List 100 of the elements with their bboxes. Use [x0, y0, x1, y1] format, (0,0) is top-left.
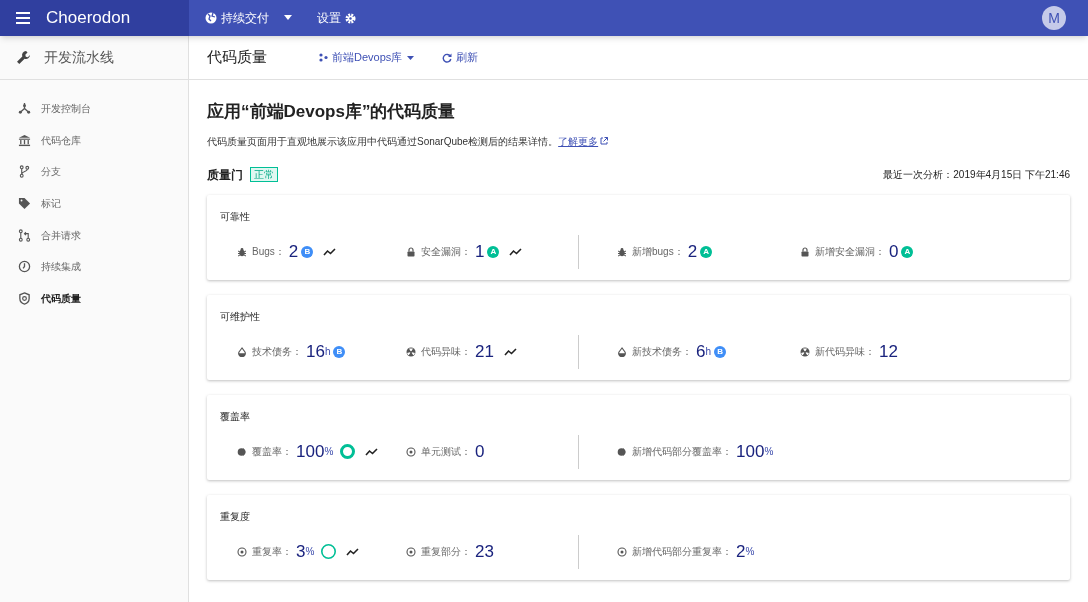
- nodes-icon: [319, 53, 328, 62]
- metric-unit: h: [705, 346, 712, 359]
- network-icon: [18, 102, 31, 116]
- metric-label: 新代码异味：: [815, 345, 875, 359]
- metric-label: 新增代码部分覆盖率：: [632, 445, 732, 459]
- half-circle-icon: [237, 446, 247, 457]
- app-select[interactable]: 前端Devops库: [319, 49, 416, 66]
- metric-label: 单元测试：: [421, 445, 471, 459]
- metric-value[interactable]: 21: [475, 343, 494, 360]
- sidebar-item[interactable]: 代码质量: [0, 282, 188, 315]
- trend-icon[interactable]: [503, 347, 517, 356]
- target-icon: [406, 446, 416, 457]
- sidebar-item[interactable]: 分支: [0, 156, 188, 188]
- rating-badge: A: [901, 245, 914, 258]
- page-heading: 应用“前端Devops库”的代码质量: [207, 101, 457, 123]
- avatar[interactable]: M: [1042, 6, 1066, 30]
- wrench-icon: [16, 49, 32, 66]
- lock-icon: [406, 246, 416, 257]
- metric-value[interactable]: 2: [736, 543, 746, 560]
- sidebar-item[interactable]: 合并请求: [0, 219, 188, 251]
- target-icon: [406, 546, 416, 557]
- metric-value[interactable]: 16: [306, 343, 325, 360]
- drop-icon: [237, 346, 247, 357]
- sidebar-item[interactable]: 标记: [0, 187, 188, 220]
- card-title: 可靠性: [220, 209, 251, 224]
- metric-value[interactable]: 0: [475, 443, 485, 460]
- rating-badge: B: [333, 345, 346, 358]
- metric-label: 覆盖率：: [252, 445, 292, 459]
- metric-label: 技术债务：: [252, 345, 302, 359]
- rating-badge: B: [301, 245, 314, 258]
- rating-badge: A: [700, 245, 713, 258]
- trend-icon[interactable]: [323, 247, 337, 256]
- metric-value[interactable]: 2: [288, 243, 299, 260]
- page-title: 代码质量: [207, 47, 268, 68]
- settings-icon: [345, 12, 356, 24]
- caret-icon: [281, 14, 295, 22]
- brand-logo: Choerodon: [46, 7, 131, 30]
- target-icon: [617, 546, 627, 557]
- trend-icon[interactable]: [346, 547, 360, 556]
- bug-icon: [617, 246, 627, 257]
- metric-label: 重复部分：: [421, 545, 471, 559]
- metric-label: 新技术债务：: [632, 345, 692, 359]
- sidebar-item[interactable]: 代码仓库: [0, 124, 188, 157]
- metric-value[interactable]: 2: [687, 243, 698, 260]
- half-circle-icon: [617, 446, 627, 457]
- metric-unit: %: [305, 546, 315, 559]
- bank-icon: [18, 133, 31, 147]
- metric-value[interactable]: 100: [736, 443, 765, 460]
- trend-icon[interactable]: [365, 447, 379, 456]
- metric-label: 新增bugs：: [632, 245, 684, 259]
- metric-label: 重复率：: [252, 545, 292, 559]
- rating-badge: B: [714, 345, 727, 358]
- metric-unit: %: [324, 446, 334, 459]
- radiation-icon: [800, 346, 810, 357]
- rating-badge: A: [487, 245, 500, 258]
- learn-more-link[interactable]: 了解更多: [558, 133, 599, 149]
- metric-value[interactable]: 23: [475, 543, 494, 560]
- last-analysis-text: 最近一次分析：2019年4月15日 下午21:46: [883, 168, 1070, 182]
- metric-unit: h: [324, 346, 331, 359]
- metric-label: Bugs：: [252, 245, 285, 259]
- menu-icon[interactable]: [16, 12, 30, 24]
- settings-button[interactable]: 设置: [317, 9, 356, 27]
- metric-value[interactable]: 0: [889, 243, 899, 260]
- description-text: 代码质量页面用于直观地展示该应用中代码通过SonarQube检测后的结果详情。: [207, 134, 559, 149]
- lock-icon: [800, 246, 810, 257]
- quality-gate-label: 质量门: [207, 166, 243, 184]
- clock-icon: [18, 260, 31, 274]
- sidebar-item[interactable]: 开发控制台: [0, 93, 188, 125]
- caret-icon: [406, 54, 416, 61]
- refresh-button[interactable]: 刷新: [442, 49, 479, 66]
- metric-value[interactable]: 100: [296, 443, 325, 460]
- metric-label: 代码异味：: [421, 345, 471, 359]
- metric-label: 新增代码部分重复率：: [632, 545, 732, 559]
- metric-label: 安全漏洞：: [421, 245, 471, 259]
- project-dropdown[interactable]: 持续交付: [205, 9, 295, 27]
- drop-icon: [617, 346, 627, 357]
- metric-value[interactable]: 1: [475, 243, 485, 260]
- metric-value[interactable]: 6: [696, 343, 706, 360]
- status-tag: 正常: [250, 167, 278, 182]
- shield-icon: [18, 291, 31, 305]
- sidebar-title: 开发流水线: [44, 48, 114, 67]
- external-link-icon: [600, 137, 609, 145]
- branch-icon: [18, 165, 31, 179]
- metric-unit: %: [764, 446, 774, 459]
- bug-icon: [237, 246, 247, 257]
- refresh-icon: [442, 52, 453, 63]
- metric-value[interactable]: 3: [296, 543, 306, 560]
- card-title: 可维护性: [220, 309, 261, 324]
- tag-icon: [18, 197, 31, 211]
- metric-unit: %: [745, 546, 755, 559]
- metric-value[interactable]: 12: [879, 343, 898, 360]
- trend-icon[interactable]: [509, 247, 523, 256]
- merge-icon: [18, 228, 31, 242]
- radiation-icon: [406, 346, 416, 357]
- target-icon: [237, 546, 247, 557]
- sidebar-item[interactable]: 持续集成: [0, 250, 188, 283]
- globe-icon: [205, 12, 217, 24]
- card-title: 覆盖率: [220, 409, 251, 424]
- card-title: 重复度: [220, 509, 251, 524]
- metric-label: 新增安全漏洞：: [815, 245, 885, 259]
